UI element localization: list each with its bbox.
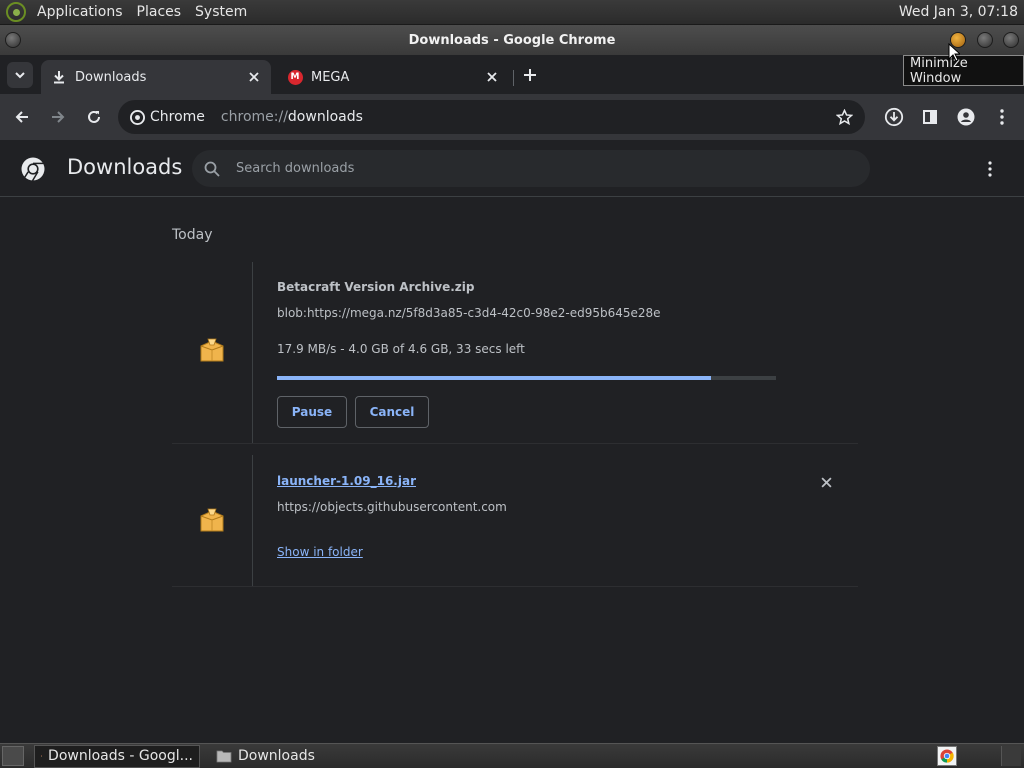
date-group-heading: Today	[172, 227, 213, 243]
tab-label: Downloads	[75, 69, 147, 85]
url-scheme: chrome://	[220, 109, 288, 125]
arrow-right-icon	[52, 111, 65, 123]
top-panel: Applications Places System Wed Jan 3, 07…	[0, 0, 1024, 25]
window-titlebar[interactable]: Downloads - Google Chrome	[0, 25, 1024, 55]
more-vert-icon	[988, 161, 992, 177]
download-icon	[51, 69, 67, 85]
bookmark-star-icon[interactable]	[835, 108, 853, 126]
reload-button[interactable]	[82, 105, 106, 129]
address-bar[interactable]: Chrome chrome://downloads	[118, 100, 865, 134]
tab-downloads[interactable]: Downloads	[41, 60, 271, 94]
distro-logo-icon[interactable]	[6, 2, 26, 22]
downloads-toolbar-button[interactable]	[882, 105, 906, 129]
search-input[interactable]	[236, 161, 836, 176]
taskbar-item-label: Downloads - Googl...	[48, 748, 193, 764]
trash-icon[interactable]	[1001, 746, 1021, 766]
folder-icon	[216, 750, 232, 763]
chevron-down-icon	[15, 72, 25, 79]
search-downloads-box[interactable]	[192, 150, 870, 187]
search-icon	[204, 161, 220, 177]
maximize-button[interactable]	[977, 32, 993, 48]
system-menu[interactable]: System	[188, 4, 254, 20]
new-tab-button[interactable]	[520, 65, 540, 85]
cancel-button[interactable]: Cancel	[355, 396, 429, 428]
person-icon	[957, 108, 975, 126]
bottom-taskbar: Downloads - Googl... Downloads	[0, 743, 1024, 768]
chrome-menu-button[interactable]	[990, 105, 1014, 129]
file-icon-column	[172, 455, 253, 586]
taskbar-item-downloads-folder[interactable]: Downloads	[210, 745, 321, 768]
side-panel-icon	[923, 110, 937, 124]
tab-search-button[interactable]	[7, 62, 33, 88]
show-desktop-button[interactable]	[2, 746, 24, 766]
window-menu-button[interactable]	[5, 32, 21, 48]
back-button[interactable]	[10, 105, 34, 129]
download-filename: Betacraft Version Archive.zip	[277, 280, 475, 294]
close-window-button[interactable]	[1003, 32, 1019, 48]
tab-separator	[513, 70, 514, 86]
arrow-left-icon	[15, 111, 28, 123]
site-chip-label: Chrome	[150, 109, 205, 125]
page-title: Downloads	[67, 155, 183, 179]
more-vert-icon	[1000, 109, 1004, 125]
tab-mega[interactable]: M MEGA	[277, 60, 509, 94]
download-circle-icon	[884, 107, 904, 127]
minimize-tooltip: Minimize Window	[903, 55, 1024, 86]
chrome-logo-icon	[21, 157, 45, 181]
panel-clock[interactable]: Wed Jan 3, 07:18	[899, 4, 1024, 20]
download-source-url: https://objects.githubusercontent.com	[277, 500, 507, 514]
applications-menu[interactable]: Applications	[30, 4, 130, 20]
file-icon-column	[172, 262, 253, 443]
download-item: Betacraft Version Archive.zip blob:https…	[172, 262, 858, 444]
reload-icon	[88, 110, 100, 123]
forward-button[interactable]	[46, 105, 70, 129]
download-progress-bar	[277, 376, 776, 380]
downloads-header: Downloads	[0, 140, 1024, 197]
mega-logo-icon: M	[287, 69, 303, 85]
url-text[interactable]: chrome://downloads	[221, 109, 363, 125]
close-tab-icon[interactable]	[484, 69, 500, 85]
mouse-cursor-icon	[948, 43, 960, 62]
browser-toolbar: Chrome chrome://downloads	[0, 94, 1024, 140]
archive-file-icon	[200, 338, 224, 362]
archive-file-icon	[200, 508, 224, 532]
chrome-logo-icon	[41, 755, 43, 757]
download-status-text: 17.9 MB/s - 4.0 GB of 4.6 GB, 33 secs le…	[277, 342, 525, 356]
pause-button[interactable]: Pause	[277, 396, 347, 428]
remove-from-list-icon[interactable]	[818, 474, 834, 490]
site-info-chip[interactable]: Chrome	[130, 109, 205, 125]
profile-button[interactable]	[954, 105, 978, 129]
show-in-folder-link[interactable]: Show in folder	[277, 545, 363, 559]
taskbar-item-chrome[interactable]: Downloads - Googl...	[34, 744, 200, 768]
chrome-logo-icon	[130, 109, 145, 125]
download-filename-link[interactable]: launcher-1.09_16.jar	[277, 474, 416, 488]
plus-icon	[524, 69, 536, 81]
tab-label: MEGA	[311, 69, 350, 85]
side-panel-button[interactable]	[918, 105, 942, 129]
url-host: downloads	[287, 109, 363, 125]
tray-chrome-icon[interactable]	[937, 746, 957, 766]
progress-bar-fill	[277, 376, 712, 380]
download-source-url: blob:https://mega.nz/5f8d3a85-c3d4-42c0-…	[277, 306, 661, 320]
window-title: Downloads - Google Chrome	[408, 32, 616, 48]
downloads-more-actions-button[interactable]	[980, 158, 1000, 180]
close-tab-icon[interactable]	[246, 69, 262, 85]
download-item: launcher-1.09_16.jar https://objects.git…	[172, 455, 858, 587]
taskbar-item-label: Downloads	[238, 748, 315, 764]
places-menu[interactable]: Places	[130, 4, 189, 20]
tab-strip: Downloads M MEGA	[0, 55, 1024, 94]
